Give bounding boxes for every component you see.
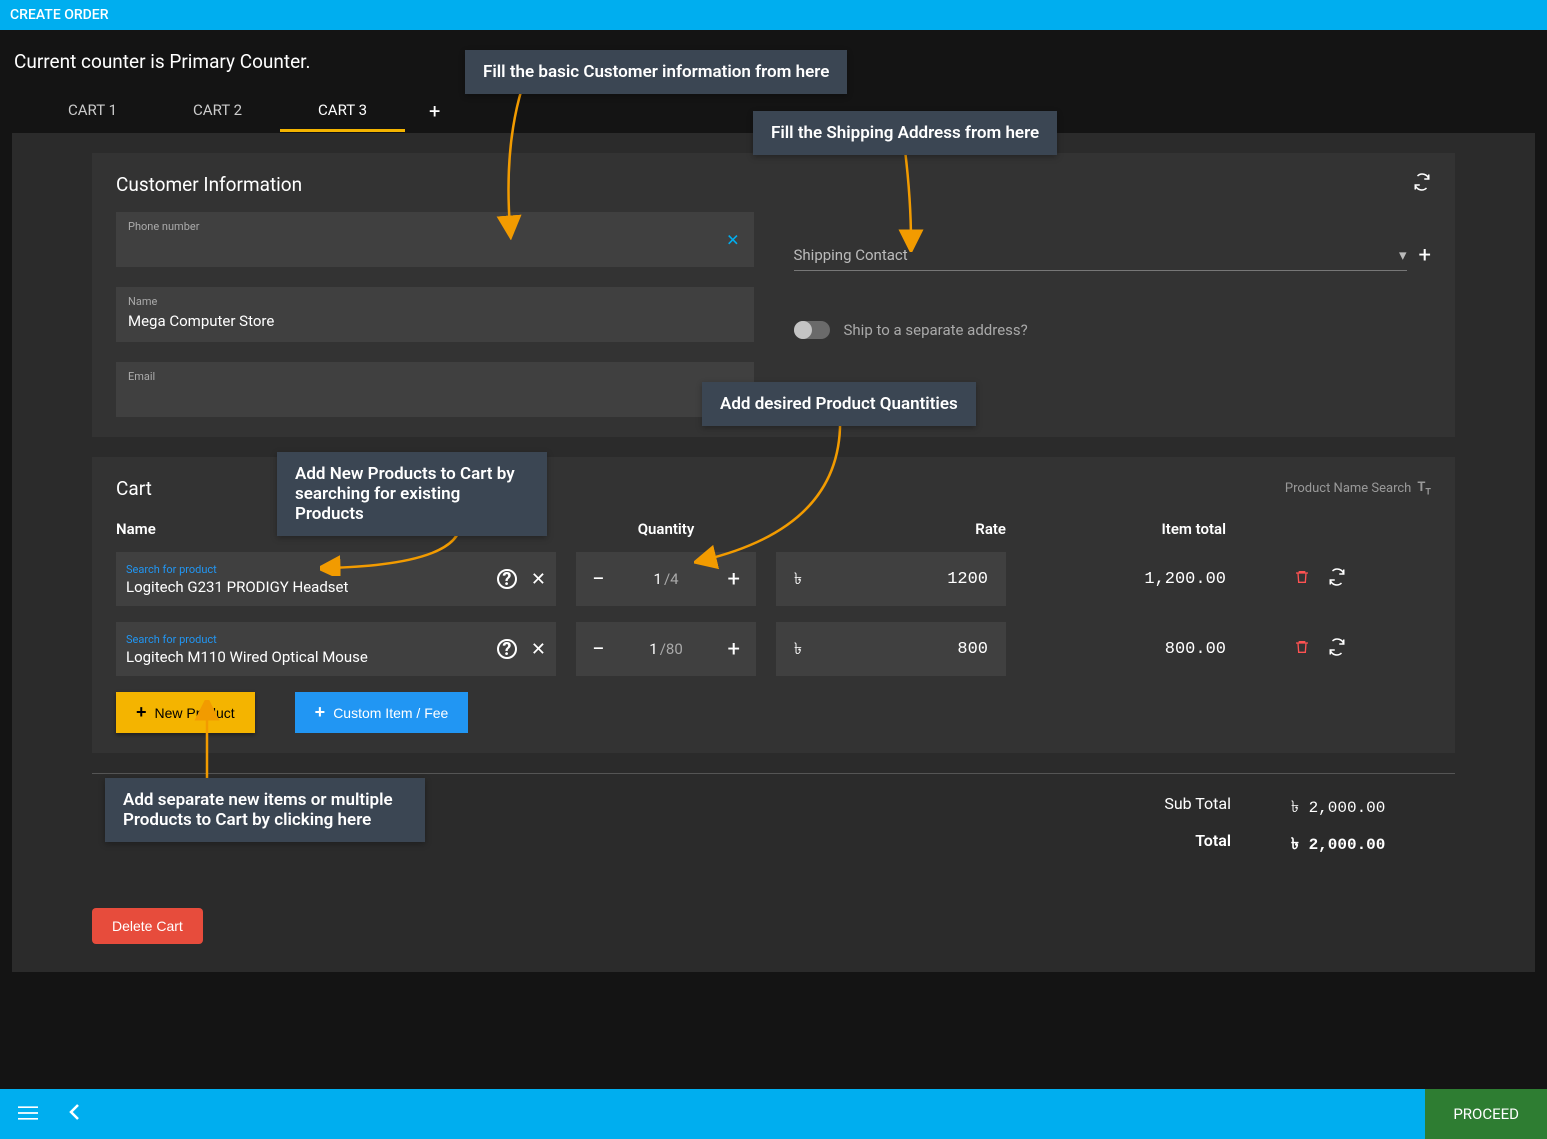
- page-title: CREATE ORDER: [10, 7, 109, 23]
- quantity-stepper: − 1 /80 +: [576, 622, 756, 676]
- new-product-button[interactable]: + New Product: [116, 692, 255, 733]
- tab-cart-3[interactable]: CART 3: [280, 91, 405, 132]
- email-field[interactable]: Email: [116, 362, 754, 417]
- annotation-customer-info: Fill the basic Customer information from…: [465, 50, 847, 94]
- product-search-field[interactable]: Search for product Logitech M110 Wired O…: [116, 622, 556, 676]
- help-icon[interactable]: ?: [497, 569, 517, 589]
- annotation-add-products: Add New Products to Cart by searching fo…: [277, 452, 547, 536]
- custom-item-fee-button[interactable]: + Custom Item / Fee: [295, 692, 469, 733]
- cart-title: Cart: [116, 477, 152, 500]
- qty-plus-button[interactable]: +: [728, 567, 740, 592]
- product-name-value: Logitech G231 PRODIGY Headset: [126, 578, 497, 596]
- rate-field[interactable]: ৳ 800: [776, 622, 1006, 676]
- subtotal-value: ৳ 2,000.00: [1291, 794, 1431, 821]
- chevron-down-icon: ▾: [1399, 246, 1407, 264]
- refresh-row-icon[interactable]: [1328, 568, 1346, 590]
- qty-stock: /4: [664, 570, 679, 588]
- qty-value: 1: [654, 570, 662, 588]
- plus-icon: +: [136, 702, 147, 723]
- col-quantity: Quantity: [576, 520, 756, 538]
- delete-row-icon[interactable]: [1294, 638, 1310, 661]
- bottom-bar: PROCEED: [0, 1089, 1547, 1139]
- cart-row: Search for product Logitech G231 PRODIGY…: [116, 552, 1431, 606]
- ship-separate-label: Ship to a separate address?: [844, 321, 1028, 339]
- product-name-value: Logitech M110 Wired Optical Mouse: [126, 648, 497, 666]
- plus-icon: +: [315, 702, 326, 723]
- annotation-new-items: Add separate new items or multiple Produ…: [105, 778, 425, 842]
- product-search-label: Search for product: [126, 633, 497, 646]
- quantity-stepper: − 1 /4 +: [576, 552, 756, 606]
- qty-minus-button[interactable]: −: [592, 567, 605, 592]
- qty-value: 1: [649, 640, 657, 658]
- text-format-icon: TT: [1417, 480, 1431, 498]
- col-item-total: Item total: [1026, 520, 1226, 538]
- total-value: ৳ 2,000.00: [1291, 831, 1431, 858]
- rate-field[interactable]: ৳ 1200: [776, 552, 1006, 606]
- currency-symbol: ৳: [794, 636, 802, 663]
- qty-plus-button[interactable]: +: [728, 637, 740, 662]
- subtotal-label: Sub Total: [1091, 794, 1231, 821]
- phone-field[interactable]: Phone number ✕: [116, 212, 754, 267]
- email-label: Email: [128, 370, 742, 383]
- refresh-customer-icon[interactable]: [1413, 173, 1431, 196]
- shipping-contact-label: Shipping Contact: [794, 246, 908, 264]
- qty-minus-button[interactable]: −: [592, 637, 605, 662]
- name-label: Name: [128, 295, 742, 308]
- product-name-search[interactable]: Product Name Search TT: [1285, 480, 1431, 498]
- item-total-value: 1,200.00: [1026, 570, 1226, 589]
- phone-label: Phone number: [128, 220, 742, 233]
- qty-stock: /80: [660, 640, 683, 658]
- name-field[interactable]: Name Mega Computer Store: [116, 287, 754, 342]
- product-search-label: Search for product: [126, 563, 497, 576]
- ship-separate-toggle[interactable]: [794, 321, 830, 339]
- product-search-field[interactable]: Search for product Logitech G231 PRODIGY…: [116, 552, 556, 606]
- clear-product-icon[interactable]: ✕: [531, 569, 546, 590]
- back-icon[interactable]: [68, 1102, 80, 1126]
- col-rate: Rate: [776, 520, 1006, 538]
- tab-cart-2[interactable]: CART 2: [155, 91, 280, 132]
- proceed-button[interactable]: PROCEED: [1425, 1089, 1547, 1139]
- total-label: Total: [1091, 831, 1231, 858]
- help-icon[interactable]: ?: [497, 639, 517, 659]
- rate-value: 800: [957, 640, 988, 659]
- menu-icon[interactable]: [18, 1102, 38, 1126]
- customer-info-title: Customer Information: [116, 173, 302, 196]
- clear-product-icon[interactable]: ✕: [531, 639, 546, 660]
- currency-symbol: ৳: [794, 566, 802, 593]
- delete-row-icon[interactable]: [1294, 568, 1310, 591]
- cart-row: Search for product Logitech M110 Wired O…: [116, 622, 1431, 676]
- clear-phone-icon[interactable]: ✕: [726, 230, 739, 249]
- shipping-contact-select[interactable]: Shipping Contact ▾: [794, 240, 1407, 271]
- annotation-quantities: Add desired Product Quantities: [702, 382, 976, 426]
- item-total-value: 800.00: [1026, 640, 1226, 659]
- name-value: Mega Computer Store: [128, 312, 742, 332]
- refresh-row-icon[interactable]: [1328, 638, 1346, 660]
- tab-cart-1[interactable]: CART 1: [30, 91, 155, 132]
- phone-value: [128, 237, 742, 257]
- app-header: CREATE ORDER: [0, 0, 1547, 30]
- rate-value: 1200: [947, 570, 988, 589]
- add-shipping-contact-icon[interactable]: +: [1419, 243, 1431, 268]
- add-cart-tab[interactable]: +: [405, 89, 464, 133]
- email-value: [128, 387, 742, 407]
- annotation-shipping: Fill the Shipping Address from here: [753, 111, 1057, 155]
- delete-cart-button[interactable]: Delete Cart: [92, 908, 203, 944]
